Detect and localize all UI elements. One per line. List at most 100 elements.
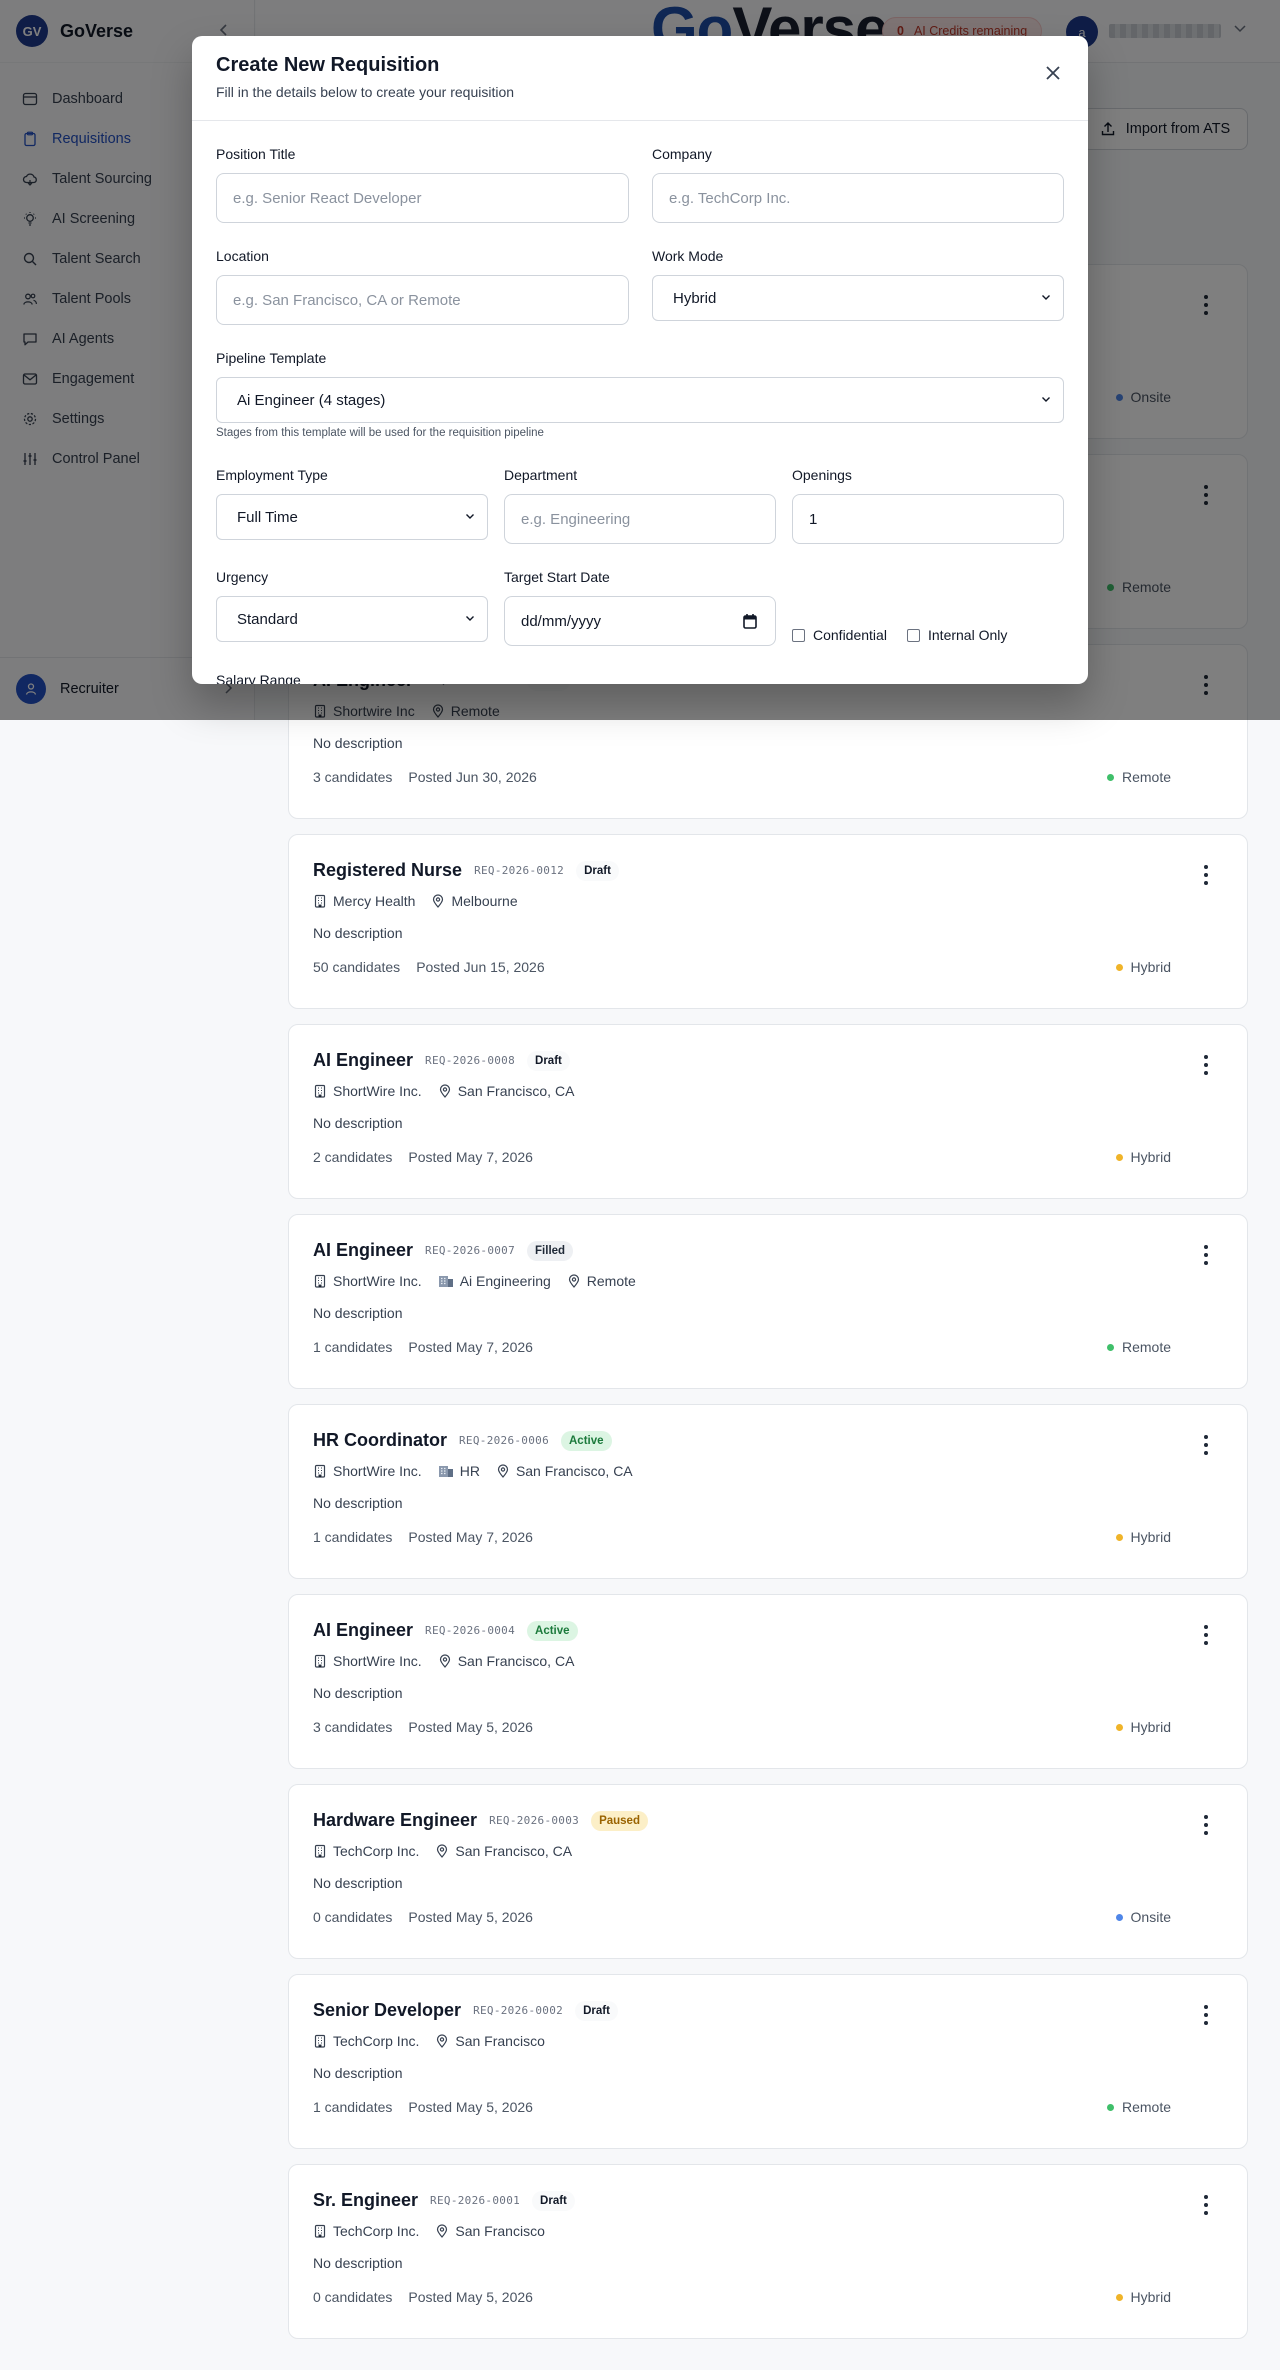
map-pin-icon (496, 1464, 510, 1478)
candidate-count[interactable]: 50 candidates (313, 959, 400, 975)
posted-date: Posted Jun 15, 2026 (416, 959, 545, 975)
more-options-icon[interactable] (1203, 2195, 1209, 2215)
location-meta: San Francisco, CA (438, 1083, 574, 1099)
department-input[interactable]: e.g. Engineering (504, 494, 776, 544)
map-pin-icon (431, 894, 445, 908)
confidential-box[interactable] (792, 628, 805, 642)
target-start-date-input[interactable]: dd/mm/yyyy (504, 596, 776, 646)
requisition-card[interactable]: AI Engineer REQ-2026-0007 Filled ShortWire … (288, 1214, 1248, 1389)
internal-only-checkbox[interactable]: Internal Only (907, 627, 1007, 643)
confidential-checkbox[interactable]: Confidential (792, 627, 887, 643)
posted-date: Posted May 7, 2026 (408, 1339, 533, 1355)
work-mode-indicator: Remote (1106, 769, 1171, 785)
map-pin-icon (438, 1084, 452, 1098)
urgency-select[interactable]: Standard (216, 596, 488, 642)
requisition-title[interactable]: Sr. Engineer (313, 2190, 418, 2211)
posted-date: Posted May 5, 2026 (408, 1719, 533, 1735)
requisition-card[interactable]: AI Engineer REQ-2026-0004 Active ShortWire … (288, 1594, 1248, 1769)
location-meta: San Francisco, CA (496, 1463, 633, 1479)
candidate-count[interactable]: 1 candidates (313, 1529, 392, 1545)
requisition-title[interactable]: Hardware Engineer (313, 1810, 477, 1831)
work-mode-dot (1115, 1723, 1123, 1731)
salary-range-label: Salary Range (216, 672, 301, 684)
company-meta: ShortWire Inc. (313, 1083, 422, 1099)
company-meta: Mercy Health (313, 893, 415, 909)
requisition-card[interactable]: Registered Nurse REQ-2026-0012 Draft Mercy … (288, 834, 1248, 1009)
work-mode-indicator: Remote (1106, 2099, 1171, 2115)
building-icon (313, 1654, 327, 1668)
requisition-code: REQ-2026-0012 (474, 864, 565, 877)
more-options-icon[interactable] (1203, 1245, 1209, 1265)
status-badge: Draft (532, 2190, 575, 2211)
work-mode-dot (1115, 1153, 1123, 1161)
map-pin-icon (567, 1274, 581, 1288)
more-options-icon[interactable] (1203, 1435, 1209, 1455)
company-meta: TechCorp Inc. (313, 2033, 419, 2049)
pipeline-template-value: Ai Engineer (4 stages) (237, 391, 386, 409)
status-badge: Active (561, 1430, 612, 1451)
urgency-value: Standard (237, 610, 298, 628)
candidate-count[interactable]: 0 candidates (313, 2289, 392, 2305)
requisition-card[interactable]: Sr. Engineer REQ-2026-0001 Draft TechCorp I… (288, 2164, 1248, 2339)
chevron-down-icon (1041, 292, 1051, 302)
work-mode-value: Hybrid (673, 289, 717, 307)
requisition-card[interactable]: Senior Developer REQ-2026-0002 Draft TechCo… (288, 1974, 1248, 2149)
department-meta: Ai Engineering (438, 1273, 551, 1289)
building-icon (313, 2034, 327, 2048)
candidate-count[interactable]: 3 candidates (313, 1719, 392, 1735)
internal-only-box[interactable] (907, 628, 920, 642)
more-options-icon[interactable] (1203, 865, 1209, 885)
candidate-count[interactable]: 1 candidates (313, 2099, 392, 2115)
close-icon[interactable] (1044, 64, 1062, 82)
more-options-icon[interactable] (1203, 1815, 1209, 1835)
map-pin-icon (435, 1844, 449, 1858)
pipeline-template-label: Pipeline Template (216, 350, 327, 366)
more-options-icon[interactable] (1203, 1625, 1209, 1645)
position-title-label: Position Title (216, 146, 296, 162)
company-input[interactable]: e.g. TechCorp Inc. (652, 173, 1064, 223)
status-badge: Paused (591, 1810, 648, 1831)
work-mode-indicator: Remote (1106, 1339, 1171, 1355)
requisition-title[interactable]: AI Engineer (313, 1240, 413, 1261)
pipeline-template-select[interactable]: Ai Engineer (4 stages) (216, 377, 1064, 423)
chevron-down-icon (1041, 394, 1051, 404)
candidate-count[interactable]: 1 candidates (313, 1339, 392, 1355)
more-options-icon[interactable] (1203, 1055, 1209, 1075)
location-input[interactable]: e.g. San Francisco, CA or Remote (216, 275, 629, 325)
openings-input[interactable]: 1 (792, 494, 1064, 544)
location-meta: Remote (567, 1273, 636, 1289)
building-icon (313, 2224, 327, 2238)
requisition-title[interactable]: AI Engineer (313, 1620, 413, 1641)
calendar-icon[interactable] (743, 613, 757, 629)
candidate-count[interactable]: 0 candidates (313, 1909, 392, 1925)
requisition-card[interactable]: HR Coordinator REQ-2026-0006 Active ShortWi… (288, 1404, 1248, 1579)
work-mode-select[interactable]: Hybrid (652, 275, 1064, 321)
employment-type-select[interactable]: Full Time (216, 494, 488, 540)
status-badge: Draft (575, 2000, 618, 2021)
requisition-footer: 2 candidates Posted May 7, 2026 (313, 1149, 533, 1165)
requisition-code: REQ-2026-0007 (425, 1244, 516, 1257)
candidate-count[interactable]: 3 candidates (313, 769, 392, 785)
requisition-footer: 1 candidates Posted May 7, 2026 (313, 1529, 533, 1545)
posted-date: Posted May 5, 2026 (408, 1909, 533, 1925)
requisition-description: No description (313, 1115, 403, 1131)
more-options-icon[interactable] (1203, 2005, 1209, 2025)
position-title-input[interactable]: e.g. Senior React Developer (216, 173, 629, 223)
requisition-meta: ShortWire Inc. San Francisco, CA (313, 1083, 590, 1099)
requisition-title[interactable]: HR Coordinator (313, 1430, 447, 1451)
requisition-title[interactable]: Senior Developer (313, 2000, 461, 2021)
company-meta: TechCorp Inc. (313, 1843, 419, 1859)
requisition-title[interactable]: Registered Nurse (313, 860, 462, 881)
building-icon (313, 1084, 327, 1098)
map-pin-icon (435, 2224, 449, 2238)
requisition-title[interactable]: AI Engineer (313, 1050, 413, 1071)
office-building-icon (438, 1464, 454, 1478)
requisition-card[interactable]: AI Engineer REQ-2026-0008 Draft ShortWire I… (288, 1024, 1248, 1199)
requisition-meta: TechCorp Inc. San Francisco (313, 2033, 561, 2049)
requisition-card[interactable]: Hardware Engineer REQ-2026-0003 Paused Tech… (288, 1784, 1248, 1959)
building-icon (313, 894, 327, 908)
building-icon (313, 1844, 327, 1858)
candidate-count[interactable]: 2 candidates (313, 1149, 392, 1165)
requisition-footer: 1 candidates Posted May 5, 2026 (313, 2099, 533, 2115)
company-meta: ShortWire Inc. (313, 1653, 422, 1669)
